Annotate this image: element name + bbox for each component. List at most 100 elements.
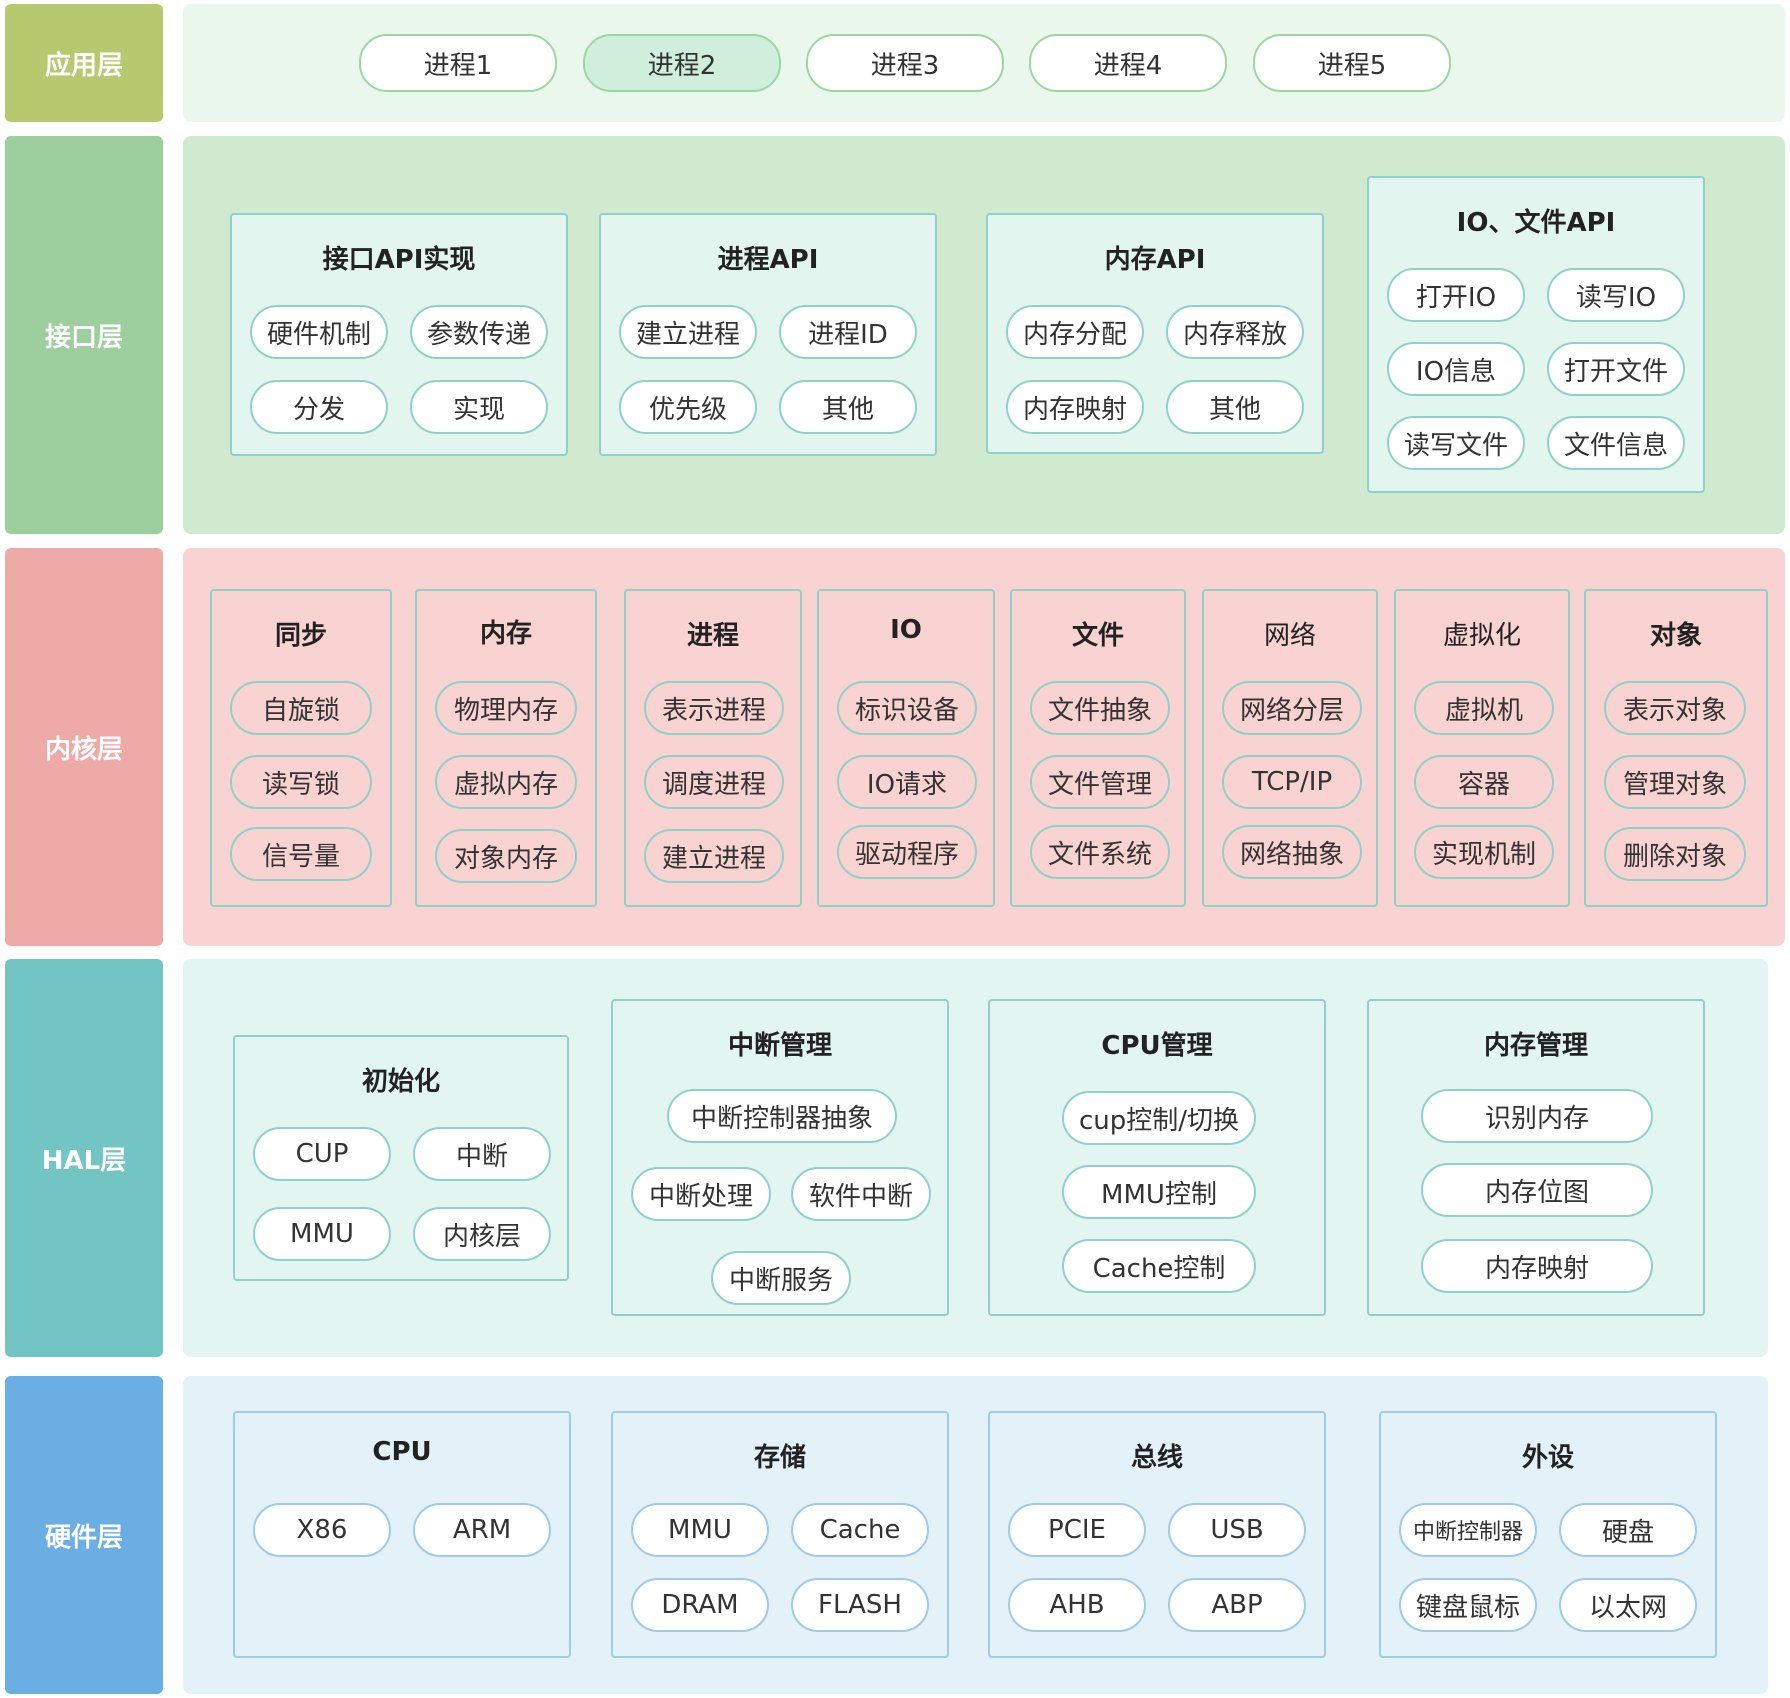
layer-label-hal: HAL层 [5, 959, 163, 1357]
kernel-group-virtualization: 虚拟化 虚拟机 容器 实现机制 [1394, 589, 1570, 907]
hardware-item: USB [1168, 1503, 1306, 1557]
hardware-item: DRAM [631, 1578, 769, 1632]
group-title: CPU管理 [1101, 1031, 1213, 1061]
api-item: 读写文件 [1387, 416, 1525, 470]
hardware-group-bus: 总线 PCIE USB AHB ABP [988, 1411, 1326, 1658]
api-item: 建立进程 [619, 305, 757, 359]
kernel-group-sync: 同步 自旋锁 读写锁 信号量 [210, 589, 392, 907]
group-title: IO、文件API [1456, 208, 1616, 238]
kernel-item: 标识设备 [837, 681, 977, 735]
process-pill: 进程4 [1029, 34, 1227, 92]
hal-item: 软件中断 [791, 1167, 931, 1221]
group-title: 中断管理 [727, 1031, 832, 1061]
hal-group-memory: 内存管理 识别内存 内存位图 内存映射 [1367, 999, 1705, 1316]
hardware-group-peripherals: 外设 中断控制器 硬盘 键盘鼠标 以太网 [1379, 1411, 1717, 1658]
kernel-group-object: 对象 表示对象 管理对象 删除对象 [1584, 589, 1768, 907]
layer-label-app: 应用层 [5, 4, 163, 122]
kernel-item: 自旋锁 [230, 681, 372, 735]
hardware-item: ABP [1168, 1578, 1306, 1632]
hardware-item: AHB [1008, 1578, 1146, 1632]
hardware-item: 键盘鼠标 [1399, 1578, 1537, 1632]
hal-item: 内存位图 [1421, 1163, 1653, 1217]
layer-bg-hardware: CPU X86 ARM 存储 MMU Cache DRAM FLASH 总线 P… [183, 1376, 1768, 1694]
api-item: 优先级 [619, 380, 757, 434]
hal-item: cup控制/切换 [1062, 1091, 1256, 1145]
api-item: 文件信息 [1547, 416, 1685, 470]
kernel-group-io: IO 标识设备 IO请求 驱动程序 [817, 589, 995, 907]
hal-item: 识别内存 [1421, 1089, 1653, 1143]
hal-item: 中断处理 [631, 1167, 771, 1221]
kernel-item: 删除对象 [1604, 827, 1746, 881]
hal-item: CUP [253, 1127, 391, 1181]
group-title: 进程 [686, 621, 739, 651]
hardware-item: 以太网 [1559, 1578, 1697, 1632]
hardware-item: ARM [413, 1503, 551, 1557]
hal-item: 中断服务 [711, 1251, 851, 1305]
api-item: 内存释放 [1166, 305, 1304, 359]
group-title: 内存 [479, 619, 532, 649]
layer-bg-interface: 接口API实现 硬件机制 参数传递 分发 实现 进程API 建立进程 进程ID … [183, 136, 1785, 534]
hal-item: 中断控制器抽象 [667, 1089, 897, 1143]
api-item: 打开文件 [1547, 342, 1685, 396]
kernel-item: 表示对象 [1604, 681, 1746, 735]
hardware-item: PCIE [1008, 1503, 1146, 1557]
group-title: 网络 [1263, 621, 1316, 651]
kernel-item: IO请求 [837, 755, 977, 809]
process-pill: 进程2 [583, 34, 781, 92]
kernel-item: 读写锁 [230, 755, 372, 809]
kernel-item: 网络抽象 [1222, 825, 1362, 879]
api-item: 内存分配 [1006, 305, 1144, 359]
api-item: 打开IO [1387, 268, 1525, 322]
interface-group-process-api: 进程API 建立进程 进程ID 优先级 其他 [599, 213, 937, 456]
kernel-item: 虚拟内存 [435, 755, 577, 809]
group-title: 存储 [753, 1443, 806, 1473]
hardware-group-cpu: CPU X86 ARM [233, 1411, 571, 1658]
kernel-item: 对象内存 [435, 829, 577, 883]
hal-group-cpu: CPU管理 cup控制/切换 MMU控制 Cache控制 [988, 999, 1326, 1316]
kernel-item: 文件系统 [1030, 825, 1170, 879]
api-item: 参数传递 [410, 305, 548, 359]
hal-item: Cache控制 [1062, 1239, 1256, 1293]
api-item: 分发 [250, 380, 388, 434]
kernel-item: 文件抽象 [1030, 681, 1170, 735]
kernel-item: 表示进程 [644, 681, 784, 735]
kernel-group-process: 进程 表示进程 调度进程 建立进程 [624, 589, 802, 907]
layer-label-kernel: 内核层 [5, 548, 163, 946]
group-title: 外设 [1521, 1443, 1574, 1473]
kernel-item: 虚拟机 [1414, 681, 1554, 735]
hardware-group-storage: 存储 MMU Cache DRAM FLASH [611, 1411, 949, 1658]
hardware-item: 硬盘 [1559, 1503, 1697, 1557]
group-title: 接口API实现 [322, 245, 476, 275]
interface-group-memory-api: 内存API 内存分配 内存释放 内存映射 其他 [986, 213, 1324, 454]
interface-group-api-impl: 接口API实现 硬件机制 参数传递 分发 实现 [230, 213, 568, 456]
process-pill: 进程3 [806, 34, 1004, 92]
kernel-item: 物理内存 [435, 681, 577, 735]
layer-label-hardware: 硬件层 [5, 1376, 163, 1694]
kernel-group-file: 文件 文件抽象 文件管理 文件系统 [1010, 589, 1186, 907]
process-pill: 进程5 [1253, 34, 1451, 92]
layer-bg-app: 进程1 进程2 进程3 进程4 进程5 [183, 4, 1785, 122]
hal-item: MMU控制 [1062, 1165, 1256, 1219]
kernel-item: 信号量 [230, 827, 372, 881]
kernel-item: TCP/IP [1222, 755, 1362, 809]
group-title: 虚拟化 [1442, 621, 1521, 651]
api-item: 读写IO [1547, 268, 1685, 322]
interface-group-io-file-api: IO、文件API 打开IO 读写IO IO信息 打开文件 读写文件 文件信息 [1367, 176, 1705, 493]
hardware-item: X86 [253, 1503, 391, 1557]
layer-bg-kernel: 同步 自旋锁 读写锁 信号量 内存 物理内存 虚拟内存 对象内存 进程 表示进程… [183, 548, 1785, 946]
layer-bg-hal: 初始化 CUP 中断 MMU 内核层 中断管理 中断控制器抽象 中断处理 软件中… [183, 959, 1768, 1357]
kernel-item: 驱动程序 [837, 825, 977, 879]
kernel-item: 容器 [1414, 755, 1554, 809]
hal-item: 中断 [413, 1127, 551, 1181]
api-item: 实现 [410, 380, 548, 434]
kernel-item: 调度进程 [644, 755, 784, 809]
api-item: 其他 [1166, 380, 1304, 434]
kernel-group-memory: 内存 物理内存 虚拟内存 对象内存 [415, 589, 597, 907]
group-title: 总线 [1130, 1443, 1183, 1473]
hardware-item: Cache [791, 1503, 929, 1557]
api-item: 内存映射 [1006, 380, 1144, 434]
kernel-item: 建立进程 [644, 829, 784, 883]
hardware-item: FLASH [791, 1578, 929, 1632]
group-title: 同步 [274, 621, 327, 651]
group-title: 文件 [1071, 621, 1124, 651]
